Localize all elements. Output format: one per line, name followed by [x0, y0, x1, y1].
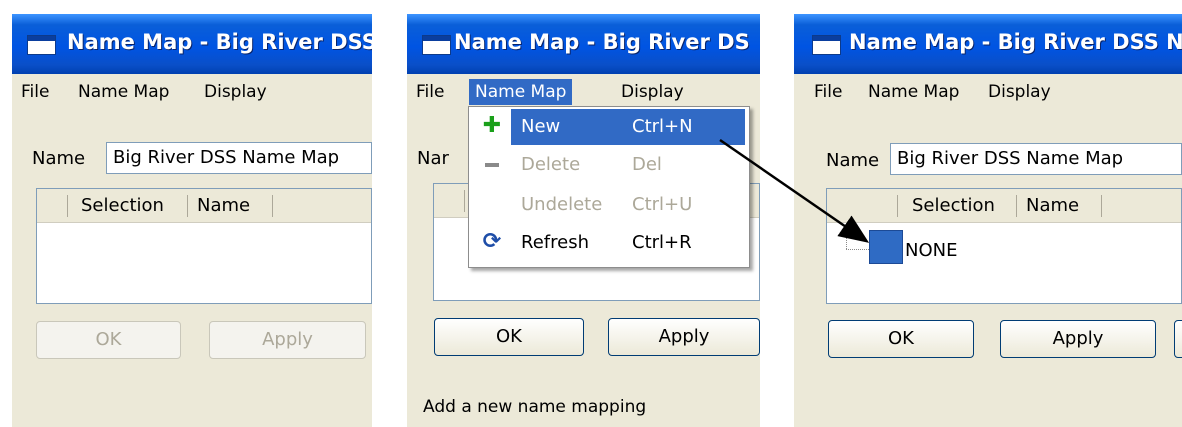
menu-item-label: New — [521, 116, 561, 137]
menu-item-label: Delete — [521, 154, 581, 175]
node-color-swatch[interactable] — [869, 230, 903, 264]
column-separator[interactable] — [897, 195, 898, 217]
name-map-window-menu-open: Name Map - Big River DS File Name Map Di… — [407, 14, 760, 427]
column-name[interactable]: Name — [1026, 195, 1079, 216]
menu-display[interactable]: Display — [615, 79, 690, 105]
menu-file[interactable]: File — [15, 79, 55, 105]
name-label: Nar — [417, 148, 449, 169]
menu-item-shortcut: Del — [632, 154, 662, 175]
window-title: Name Map - Big River DSS — [67, 30, 372, 54]
window-icon — [812, 35, 841, 55]
column-separator[interactable] — [1101, 195, 1102, 217]
menu-file[interactable]: File — [410, 79, 450, 105]
name-map-dropdown: ✚ New Ctrl+N Delete Del Undelete Ctrl+U … — [468, 106, 750, 268]
column-separator[interactable] — [272, 195, 273, 217]
minus-icon — [481, 153, 503, 175]
column-separator[interactable] — [464, 190, 465, 212]
menu-item-refresh[interactable]: ⟳ Refresh Ctrl+R — [469, 225, 749, 261]
ok-button[interactable]: OK — [36, 321, 181, 359]
column-separator[interactable] — [187, 195, 188, 217]
apply-button[interactable]: Apply — [608, 318, 760, 356]
menu-name-map[interactable]: Name Map — [72, 79, 175, 105]
menu-item-delete[interactable]: Delete Del — [469, 147, 749, 183]
column-selection[interactable]: Selection — [912, 195, 995, 216]
title-bar[interactable]: Name Map - Big River DSS — [12, 14, 372, 74]
menu-item-label: Refresh — [521, 232, 589, 253]
name-input[interactable]: Big River DSS Name Map — [890, 143, 1182, 175]
column-separator[interactable] — [1016, 195, 1017, 217]
tree-connector — [846, 249, 869, 250]
tree-node[interactable] — [844, 227, 910, 267]
menu-item-undelete[interactable]: Undelete Ctrl+U — [469, 187, 749, 223]
ok-button[interactable]: OK — [434, 318, 584, 356]
cancel-button-partial[interactable] — [1174, 320, 1182, 358]
list-header: Selection Name — [37, 189, 371, 223]
window-icon — [27, 35, 56, 55]
menu-display[interactable]: Display — [198, 79, 273, 105]
menu-bar: File Name Map Display — [12, 74, 372, 110]
name-label: Name — [826, 150, 880, 171]
tree-connector — [846, 227, 847, 249]
name-map-window-initial: Name Map - Big River DSS File Name Map D… — [12, 14, 372, 427]
menu-name-map[interactable]: Name Map — [862, 79, 965, 105]
menu-item-label: Undelete — [521, 194, 603, 215]
list-header: Selection Name — [827, 189, 1181, 223]
refresh-icon: ⟳ — [482, 229, 502, 254]
name-map-window-after-new: Name Map - Big River DSS N File Name Map… — [794, 14, 1182, 427]
mapping-list[interactable]: Selection Name — [36, 188, 372, 304]
menu-item-shortcut: Ctrl+U — [632, 194, 693, 215]
column-separator[interactable] — [67, 195, 68, 217]
node-label[interactable]: NONE — [905, 240, 957, 261]
window-title: Name Map - Big River DSS N — [849, 30, 1182, 54]
menu-bar: File Name Map Display — [407, 74, 760, 110]
name-input[interactable]: Big River DSS Name Map — [106, 142, 372, 174]
column-name[interactable]: Name — [197, 195, 250, 216]
menu-file[interactable]: File — [808, 79, 848, 105]
menu-bar: File Name Map Display — [794, 74, 1182, 110]
status-bar: Add a new name mapping — [423, 397, 647, 417]
title-bar[interactable]: Name Map - Big River DSS N — [794, 14, 1182, 74]
plus-icon: ✚ — [482, 113, 502, 138]
window-title: Name Map - Big River DS — [454, 30, 750, 54]
title-bar[interactable]: Name Map - Big River DS — [407, 14, 760, 74]
menu-display[interactable]: Display — [982, 79, 1057, 105]
menu-item-shortcut: Ctrl+R — [632, 232, 692, 253]
apply-button[interactable]: Apply — [1000, 320, 1156, 358]
menu-name-map[interactable]: Name Map — [469, 79, 573, 105]
column-selection[interactable]: Selection — [81, 195, 164, 216]
window-icon — [422, 35, 451, 55]
menu-item-new[interactable]: ✚ New Ctrl+N — [469, 109, 749, 145]
name-label: Name — [32, 148, 86, 169]
apply-button[interactable]: Apply — [209, 321, 366, 359]
menu-item-shortcut: Ctrl+N — [632, 116, 693, 137]
ok-button[interactable]: OK — [828, 320, 974, 358]
